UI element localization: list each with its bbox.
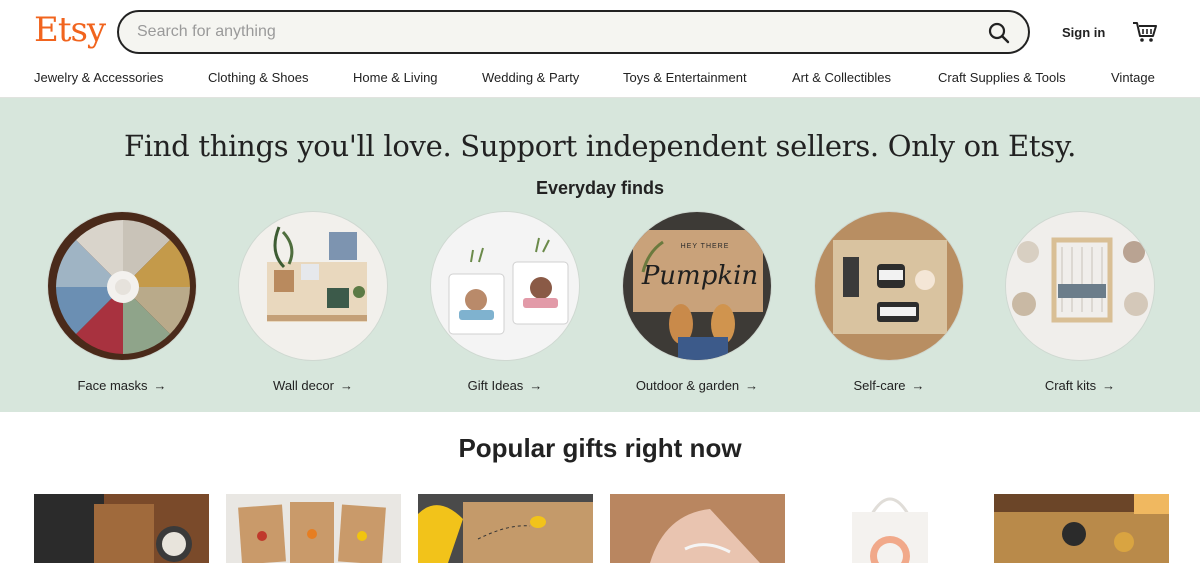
arrow-right-icon: → <box>745 378 759 393</box>
wall-decor-label[interactable]: Wall decor → <box>238 378 388 393</box>
craft-kits-label[interactable]: Craft kits → <box>1005 378 1155 393</box>
arrow-right-icon: → <box>529 378 543 393</box>
craft-kits-image <box>1005 211 1155 361</box>
category-wedding-party[interactable]: Wedding & Party <box>482 70 579 85</box>
cart-icon[interactable] <box>1132 20 1158 44</box>
category-nav: Jewelry & Accessories Clothing & Shoes H… <box>0 70 1200 90</box>
category-card-outdoor-garden[interactable]: HEY THERE Pumpkin Outdoor & garden → <box>622 211 772 393</box>
category-vintage[interactable]: Vintage <box>1111 70 1155 85</box>
category-home-living[interactable]: Home & Living <box>353 70 438 85</box>
sign-in-link[interactable]: Sign in <box>1062 25 1105 40</box>
wall-decor-image <box>238 211 388 361</box>
doormat-small-text: HEY THERE <box>681 243 730 250</box>
site-header: Etsy Sign in Jewelry & Accessories Cloth… <box>0 0 1200 98</box>
category-toys-entertainment[interactable]: Toys & Entertainment <box>623 70 747 85</box>
category-clothing-shoes[interactable]: Clothing & Shoes <box>208 70 308 85</box>
hero-section: Find things you'll love. Support indepen… <box>0 98 1200 412</box>
category-jewelry-accessories[interactable]: Jewelry & Accessories <box>34 70 163 85</box>
doormat-big-text: Pumpkin <box>641 261 758 291</box>
search-bar <box>117 10 1030 54</box>
face-masks-label[interactable]: Face masks → <box>47 378 197 393</box>
gift-thumbnail-bee-card[interactable] <box>418 494 593 563</box>
search-input[interactable] <box>137 21 957 43</box>
hero-title: Find things you'll love. Support indepen… <box>124 129 1076 163</box>
arrow-right-icon: → <box>339 378 353 393</box>
arrow-right-icon: → <box>1102 378 1116 393</box>
everyday-finds-heading: Everyday finds <box>535 178 665 198</box>
gift-thumbnail-charcuterie-board[interactable] <box>994 494 1169 563</box>
gift-thumbnail-seed-cards[interactable] <box>226 494 401 563</box>
gift-thumbnail-name-ring[interactable] <box>610 494 785 563</box>
arrow-right-icon: → <box>153 378 167 393</box>
self-care-label[interactable]: Self-care → <box>814 378 964 393</box>
popular-gifts-heading: Popular gifts right now <box>458 433 742 463</box>
gift-ideas-label[interactable]: Gift Ideas → <box>430 378 580 393</box>
gift-ideas-image <box>430 211 580 361</box>
outdoor-garden-image: HEY THERE Pumpkin <box>622 211 772 361</box>
arrow-right-icon: → <box>911 378 925 393</box>
category-card-craft-kits[interactable]: Craft kits → <box>1005 211 1155 393</box>
gift-thumbnail-watch-stand[interactable] <box>34 494 209 563</box>
face-masks-image <box>47 211 197 361</box>
etsy-logo[interactable]: Etsy <box>34 10 106 50</box>
outdoor-garden-label[interactable]: Outdoor & garden → <box>622 378 772 393</box>
search-icon[interactable] <box>987 21 1011 45</box>
gift-thumbnail-tote-bag[interactable] <box>802 494 977 563</box>
category-art-collectibles[interactable]: Art & Collectibles <box>792 70 891 85</box>
category-craft-supplies-tools[interactable]: Craft Supplies & Tools <box>938 70 1066 85</box>
self-care-image <box>814 211 964 361</box>
category-card-self-care[interactable]: Self-care → <box>814 211 964 393</box>
category-card-gift-ideas[interactable]: Gift Ideas → <box>430 211 580 393</box>
category-card-wall-decor[interactable]: Wall decor → <box>238 211 388 393</box>
category-card-face-masks[interactable]: Face masks → <box>47 211 197 393</box>
